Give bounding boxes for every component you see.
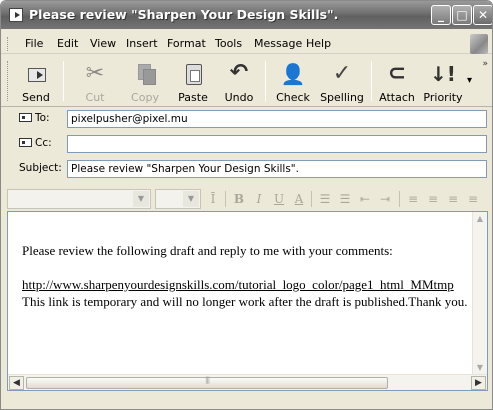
- cc-row: Cc:: [1, 134, 492, 154]
- address-book-icon: [19, 113, 32, 122]
- undo-button[interactable]: ↶ Undo: [219, 59, 259, 105]
- clipboard-icon: [180, 61, 206, 87]
- vertical-scrollbar[interactable]: ▲ ▼: [472, 212, 487, 375]
- menu-file[interactable]: File: [25, 37, 43, 50]
- cc-field[interactable]: [67, 135, 487, 153]
- toolbar-overflow-icon[interactable]: »: [482, 59, 488, 69]
- scroll-left-icon[interactable]: ◀: [9, 376, 24, 390]
- cut-button[interactable]: ✂ Cut: [75, 59, 115, 105]
- priority-dropdown-icon[interactable]: ▾: [467, 75, 472, 86]
- bold-icon[interactable]: B: [231, 191, 247, 207]
- subject-row: Subject: Please review "Sharpen Your Des…: [1, 159, 492, 179]
- toolbar-separator: [265, 61, 266, 101]
- formatting-toolbar: ▼ ▼ Ī B I U A ☰ ☰ ⇤ ⇥ ≡ ≡ ≡ ≡: [7, 188, 488, 210]
- draft-link[interactable]: http://www.sharpenyourdesignskills.com/t…: [22, 276, 482, 293]
- toolbar-separator: [371, 61, 372, 101]
- message-line: This link is temporary and will no longe…: [22, 294, 468, 309]
- justify-icon[interactable]: ≡: [465, 191, 481, 207]
- checkmark-icon: ✓: [332, 61, 352, 86]
- windows-logo-icon: [470, 34, 488, 54]
- cc-button[interactable]: Cc:: [19, 137, 52, 149]
- to-field[interactable]: pixelpusher@pixel.mu: [67, 110, 487, 128]
- close-button[interactable]: ✕: [473, 5, 492, 25]
- undo-icon: ↶: [229, 60, 249, 85]
- paste-button[interactable]: Paste: [173, 59, 213, 105]
- underline-icon[interactable]: U: [271, 191, 287, 207]
- title-bar[interactable]: Please review "Sharpen Your Design Skill…: [1, 1, 492, 29]
- menu-view[interactable]: View: [90, 37, 116, 50]
- menu-grip: [7, 37, 10, 51]
- toolbar-grip: [7, 61, 10, 101]
- scrollbar-thumb[interactable]: [26, 376, 388, 389]
- increase-indent-icon[interactable]: ⇥: [377, 191, 393, 207]
- chevron-down-icon: ▼: [133, 191, 149, 207]
- message-icon: [9, 8, 23, 22]
- maximize-button[interactable]: □: [452, 5, 472, 25]
- window-title: Please review "Sharpen Your Design Skill…: [29, 7, 339, 22]
- minimize-button[interactable]: _: [431, 5, 451, 25]
- menu-format[interactable]: Format: [167, 37, 206, 50]
- decrease-indent-icon[interactable]: ⇤: [357, 191, 373, 207]
- align-left-icon[interactable]: ≡: [405, 191, 421, 207]
- toolbar-separator: [63, 61, 64, 101]
- to-button[interactable]: To:: [19, 112, 50, 124]
- menu-insert[interactable]: Insert: [126, 37, 158, 50]
- compose-window: Please review "Sharpen Your Design Skill…: [0, 0, 493, 410]
- priority-button[interactable]: ↓! Priority: [421, 59, 465, 105]
- italic-icon[interactable]: I: [251, 191, 267, 207]
- send-icon: [23, 61, 49, 87]
- font-size-select[interactable]: ▼: [155, 189, 201, 209]
- to-row: To: pixelpusher@pixel.mu: [1, 109, 492, 129]
- menu-help[interactable]: Help: [306, 37, 331, 50]
- priority-icon: ↓!: [430, 62, 456, 86]
- font-color-icon[interactable]: A: [291, 191, 307, 207]
- format-separator: [311, 191, 312, 207]
- send-button[interactable]: Send: [15, 59, 57, 105]
- spelling-button[interactable]: ✓ Spelling: [317, 59, 367, 105]
- menu-edit[interactable]: Edit: [57, 37, 78, 50]
- font-name-select[interactable]: ▼: [7, 189, 151, 209]
- address-book-icon: [19, 138, 32, 147]
- scissors-icon: ✂: [85, 61, 105, 86]
- message-text[interactable]: Please review the following draft and re…: [22, 242, 472, 310]
- check-names-icon: 👤: [280, 62, 306, 86]
- scroll-right-icon[interactable]: ▶: [471, 376, 486, 390]
- attach-button[interactable]: ⊂ Attach: [377, 59, 417, 105]
- status-bar: [1, 393, 492, 409]
- chevron-down-icon: ▼: [183, 191, 199, 207]
- horizontal-scrollbar[interactable]: ◀ ▶: [8, 374, 487, 390]
- scroll-up-icon[interactable]: ▲: [473, 212, 487, 226]
- bullet-list-icon[interactable]: ☰: [337, 191, 353, 207]
- menu-tools[interactable]: Tools: [215, 37, 242, 50]
- check-names-button[interactable]: 👤 Check: [273, 59, 313, 105]
- copy-icon: [132, 61, 158, 87]
- message-body[interactable]: Please review the following draft and re…: [7, 211, 488, 391]
- menu-bar: File Edit View Insert Format Tools Messa…: [1, 34, 492, 54]
- message-line: Please review the following draft and re…: [22, 243, 393, 258]
- paragraph-style-icon[interactable]: Ī: [205, 191, 221, 207]
- format-separator: [225, 191, 226, 207]
- numbered-list-icon[interactable]: ☰: [317, 191, 333, 207]
- subject-label: Subject:: [19, 162, 62, 174]
- scroll-down-icon[interactable]: ▼: [473, 361, 487, 375]
- copy-button[interactable]: Copy: [125, 59, 165, 105]
- standard-toolbar: Send ✂ Cut Copy Paste ↶ Undo 👤 Check ✓ S…: [1, 57, 492, 107]
- subject-field[interactable]: Please review "Sharpen Your Design Skill…: [67, 160, 487, 178]
- align-right-icon[interactable]: ≡: [445, 191, 461, 207]
- align-center-icon[interactable]: ≡: [425, 191, 441, 207]
- format-separator: [399, 191, 400, 207]
- paperclip-icon: ⊂: [387, 61, 407, 86]
- header-fields: To: pixelpusher@pixel.mu Cc: Subject: Pl…: [1, 109, 492, 185]
- menu-message[interactable]: Message: [254, 37, 302, 50]
